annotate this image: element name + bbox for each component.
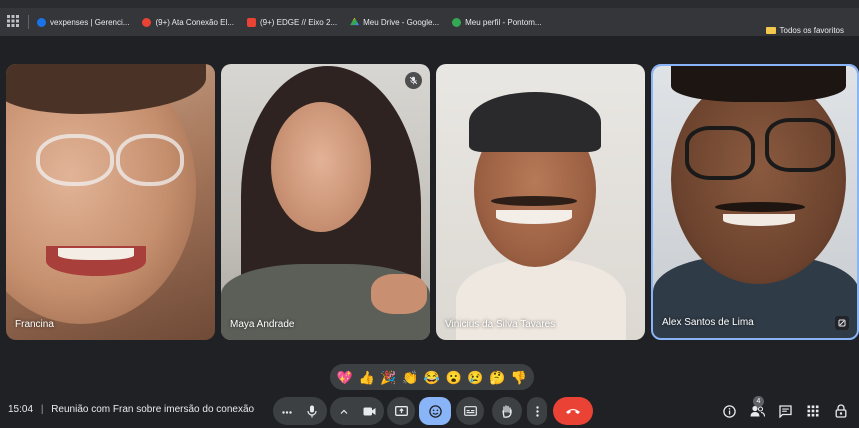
bookmark-meu-perfil[interactable]: Meu perfil - Pontom... [452, 17, 542, 27]
leave-call-button[interactable] [553, 397, 593, 425]
bookmark-vexpenses[interactable]: vexpenses | Gerenci... [37, 17, 130, 27]
bookmark-meu-drive[interactable]: Meu Drive - Google... [350, 17, 440, 27]
participant-video-image [653, 66, 857, 338]
info-icon [722, 404, 736, 418]
activities-button[interactable] [799, 405, 827, 417]
camera-icon[interactable] [358, 407, 380, 416]
bookmark-edge-eixo[interactable]: (9+) EDGE // Eixo 2... [246, 17, 338, 27]
raise-hand-control [492, 397, 522, 425]
mic-button-group [273, 397, 327, 425]
bookmarks-divider [28, 15, 29, 29]
reaction-bar: 💖 👍 🎉 👏 😂 😮 😢 🤔 👎 [330, 364, 534, 390]
host-controls-button[interactable] [827, 404, 855, 418]
participant-tile-francina[interactable]: Francina [6, 64, 215, 340]
present-screen-control [387, 397, 415, 425]
muted-mic-icon [405, 72, 422, 89]
pontomais-favicon-icon [452, 17, 462, 27]
hang-up-icon [566, 409, 580, 414]
captions-button[interactable] [456, 397, 484, 425]
reaction-laugh[interactable]: 😂 [424, 371, 440, 384]
participant-name: Vinicius da Silva Tavares [445, 319, 556, 330]
chat-button[interactable] [771, 404, 799, 418]
microphone-icon[interactable] [301, 405, 323, 418]
reaction-sad[interactable]: 😢 [467, 371, 483, 384]
folder-icon [765, 26, 776, 34]
send-reaction-button[interactable] [419, 397, 451, 425]
chat-icon [778, 404, 792, 418]
vexpenses-favicon-icon [37, 17, 46, 27]
reaction-thinking[interactable]: 🤔 [489, 371, 505, 384]
meeting-time: 15:04 [8, 404, 34, 415]
bookmark-label: Meu perfil - Pontom... [465, 17, 542, 27]
raise-hand-icon [502, 404, 512, 418]
meeting-separator: | [40, 404, 44, 415]
participant-name: Alex Santos de Lima [662, 317, 754, 328]
people-count-badge: 4 [753, 396, 764, 407]
reaction-surprised[interactable]: 😮 [446, 371, 462, 384]
lock-person-icon [835, 404, 847, 418]
meeting-info: 15:04 | Reunião com Fran sobre imersão d… [8, 404, 254, 415]
chevron-up-icon[interactable] [334, 409, 354, 414]
emoji-icon [428, 404, 442, 418]
camera-control-group [330, 397, 384, 425]
all-bookmarks-label: Todos os favoritos [779, 25, 844, 35]
participant-video-image [436, 64, 645, 340]
meeting-tools: 4 [715, 396, 855, 422]
reactions-control [419, 397, 451, 425]
reaction-party[interactable]: 🎉 [380, 371, 396, 384]
bookmark-label: vexpenses | Gerenci... [50, 17, 130, 27]
edge-favicon-icon [246, 17, 256, 27]
more-audio-options-icon[interactable] [277, 405, 297, 417]
bookmarks-bar: vexpenses | Gerenci... (9+) Ata Conexão … [0, 0, 859, 36]
mic-control-group [273, 397, 327, 425]
bookmark-label: Meu Drive - Google... [363, 17, 440, 27]
present-screen-icon [394, 405, 408, 416]
participant-tile-maya-andrade[interactable]: Maya Andrade [221, 64, 430, 340]
all-bookmarks-folder[interactable]: Todos os favoritos [765, 16, 844, 44]
participant-video-image [6, 64, 215, 340]
apps-grid-icon[interactable] [0, 14, 26, 30]
ata-favicon-icon [142, 17, 152, 27]
google-drive-icon [350, 17, 360, 26]
camera-button-group [330, 397, 384, 425]
meeting-details-button[interactable] [715, 404, 743, 418]
meeting-title: Reunião com Fran sobre imersão do conexã… [51, 404, 255, 415]
bookmark-label: (9+) Ata Conexão El... [155, 17, 234, 27]
leave-call-control [553, 397, 593, 425]
more-vert-icon [535, 405, 539, 417]
people-button[interactable]: 4 [743, 396, 771, 417]
closed-captions-icon [463, 406, 477, 416]
present-screen-button[interactable] [387, 397, 415, 425]
captions-control [456, 397, 484, 425]
participant-tile-alex-santos-de-lima[interactable]: Alex Santos de Lima [651, 64, 859, 340]
reaction-clap[interactable]: 👏 [402, 371, 418, 384]
bookmark-ata-conexao[interactable]: (9+) Ata Conexão El... [142, 17, 234, 27]
more-options-control [527, 397, 547, 425]
pin-icon[interactable] [835, 316, 849, 330]
participant-tile-vinicius-tavares[interactable]: Vinicius da Silva Tavares [436, 64, 645, 340]
participant-name: Maya Andrade [230, 319, 295, 330]
participant-video-image [221, 64, 430, 340]
reaction-heart[interactable]: 💖 [337, 371, 353, 384]
activities-grid-icon [807, 405, 819, 417]
reaction-thumbs-down[interactable]: 👎 [511, 371, 527, 384]
bookmark-label: (9+) EDGE // Eixo 2... [259, 17, 338, 27]
participant-name: Francina [15, 319, 54, 330]
raise-hand-button[interactable] [492, 397, 522, 425]
reaction-thumbs-up[interactable]: 👍 [359, 371, 375, 384]
more-options-button[interactable] [527, 397, 547, 425]
